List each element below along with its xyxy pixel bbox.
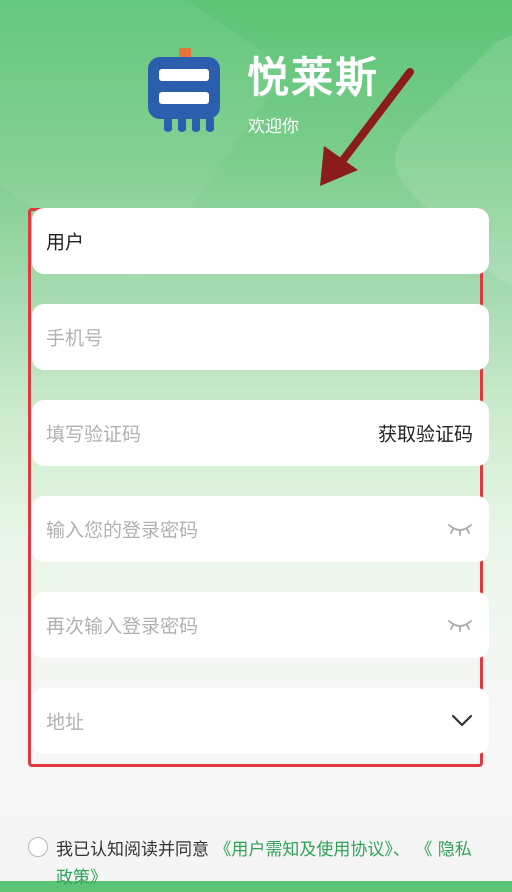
eye-closed-icon[interactable] bbox=[447, 520, 473, 538]
user-agreement-link[interactable]: 《用户需知及使用协议》 bbox=[214, 840, 393, 860]
address-placeholder: 地址 bbox=[46, 711, 85, 734]
eye-closed-icon[interactable] bbox=[447, 616, 473, 634]
app-logo-icon bbox=[148, 48, 220, 132]
agreement-prefix: 我已认知阅读并同意 bbox=[56, 840, 209, 860]
address-select[interactable]: 地址 bbox=[32, 688, 489, 754]
password-field[interactable]: 输入您的登录密码 bbox=[32, 496, 489, 562]
verification-code-field[interactable]: 填写验证码 获取验证码 bbox=[32, 400, 489, 466]
phone-placeholder: 手机号 bbox=[46, 327, 104, 350]
password-confirm-field[interactable]: 再次输入登录密码 bbox=[32, 592, 489, 658]
phone-field[interactable]: 手机号 bbox=[32, 304, 489, 370]
chevron-down-icon[interactable] bbox=[451, 714, 473, 728]
code-placeholder: 填写验证码 bbox=[46, 423, 142, 446]
annotation-arrow-icon bbox=[320, 68, 414, 186]
form-highlight-box bbox=[28, 208, 483, 767]
agreement-text: 我已认知阅读并同意 《用户需知及使用协议》、 《 隐私政策》 bbox=[56, 836, 486, 892]
welcome-text: 欢迎你 bbox=[248, 117, 299, 137]
password-placeholder: 输入您的登录密码 bbox=[46, 519, 199, 542]
header: 悦莱斯 欢迎你 bbox=[0, 0, 512, 190]
username-field[interactable]: 用户 bbox=[32, 208, 489, 274]
agreement-radio[interactable] bbox=[28, 837, 48, 857]
username-value: 用户 bbox=[46, 231, 85, 254]
get-code-button[interactable]: 获取验证码 bbox=[378, 420, 473, 447]
agreement-separator: 、 bbox=[392, 840, 410, 860]
password-confirm-placeholder: 再次输入登录密码 bbox=[46, 615, 199, 638]
